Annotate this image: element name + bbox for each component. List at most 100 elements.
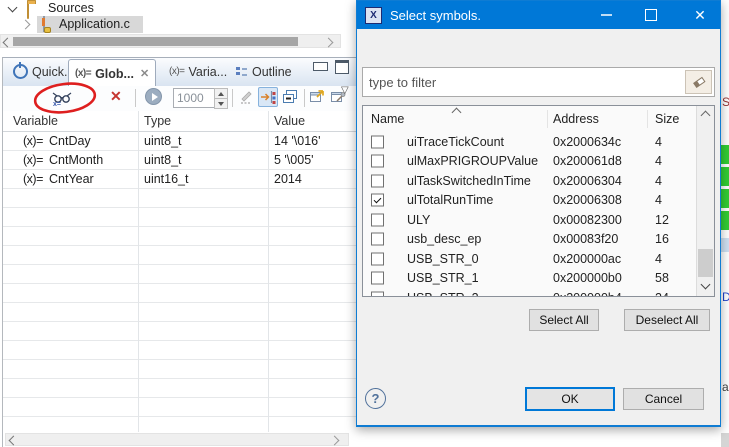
symbol-name: ulMaxPRIGROUPValue	[407, 154, 539, 169]
tab-outline[interactable]: Outline	[229, 59, 298, 84]
help-button[interactable]: ?	[365, 388, 386, 409]
symbol-size: 4	[655, 173, 662, 188]
value-changed-highlight	[721, 167, 729, 186]
clipped-text-fragment: D	[722, 290, 729, 304]
disabled-edit-icon	[241, 91, 252, 104]
symbol-size: 4	[655, 193, 662, 208]
symbol-row[interactable]: USB_STR_2 0x200000b4 24	[363, 288, 697, 296]
symbol-row[interactable]: USB_STR_1 0x200000b0 58	[363, 269, 697, 289]
chevron-down-icon[interactable]	[7, 2, 18, 13]
symbol-name: USB_STR_2	[407, 291, 479, 296]
column-variable[interactable]: Variable	[13, 114, 58, 128]
variable-type: uint8_t	[144, 153, 182, 167]
remove-all-icon[interactable]: ✕	[110, 88, 122, 105]
symbols-vscrollbar[interactable]	[696, 106, 714, 296]
column-address[interactable]: Address	[553, 112, 599, 126]
link-with-tree-toggle[interactable]	[258, 87, 278, 107]
column-size[interactable]: Size	[655, 112, 679, 126]
scroll-down-icon[interactable]	[700, 279, 711, 290]
symbol-checkbox[interactable]	[371, 252, 384, 266]
c-file-icon	[43, 16, 45, 32]
dialog-title: Select symbols.	[390, 7, 482, 23]
symbol-row[interactable]: uiTraceTickCount 0x2000634c 4	[363, 132, 697, 152]
symbols-list: Name Address Size uiTraceTickCount 0x200…	[362, 105, 715, 297]
dialog-maximize-button[interactable]	[634, 1, 668, 29]
tab-variables[interactable]: (x)= Varia...	[163, 59, 233, 84]
toolbar-separator	[135, 89, 136, 107]
symbol-checkbox[interactable]	[371, 232, 384, 246]
add-global-variables-button[interactable]: x=	[47, 89, 77, 108]
spinner-down-button[interactable]	[214, 98, 228, 109]
column-name[interactable]: Name	[371, 112, 404, 126]
scrollbar-thumb[interactable]	[698, 249, 713, 277]
variable-value: 14 '\016'	[274, 134, 321, 148]
view-menu-icon[interactable]: ▽	[341, 85, 349, 96]
select-symbols-dialog: X Select symbols. ✕ Name Addres	[356, 0, 721, 427]
scroll-up-icon[interactable]	[700, 110, 711, 121]
header-divider	[647, 110, 648, 128]
variable-row[interactable]: (x)= CntMonth uint8_t 5 '\005'	[3, 151, 356, 170]
symbol-checkbox[interactable]	[371, 291, 384, 296]
variable-icon: (x)=	[23, 153, 43, 167]
scrollbar-thumb[interactable]	[13, 37, 298, 46]
symbol-checkbox[interactable]	[371, 154, 384, 168]
variable-row[interactable]: (x)= CntYear uint16_t 2014	[3, 170, 356, 189]
value-changed-highlight	[721, 211, 729, 230]
symbol-checkbox[interactable]	[371, 213, 384, 227]
symbol-row[interactable]: ulTaskSwitchedInTime 0x20006304 4	[363, 171, 697, 191]
minimize-view-icon[interactable]	[313, 62, 328, 71]
symbol-checkbox[interactable]	[371, 193, 384, 207]
folder-icon	[27, 3, 29, 19]
symbol-address: 0x200000ac	[553, 251, 622, 266]
maximize-view-icon[interactable]	[335, 60, 349, 74]
select-all-button[interactable]: Select All	[529, 309, 599, 331]
variable-row[interactable]: (x)= CntDay uint8_t 14 '\016'	[3, 132, 356, 151]
symbol-name: ulTaskSwitchedInTime	[407, 173, 531, 188]
maximize-icon	[645, 9, 657, 21]
dialog-close-button[interactable]: ✕	[683, 1, 717, 29]
tree-hscrollbar[interactable]	[0, 34, 341, 48]
symbol-size: 4	[655, 134, 662, 149]
update-interval-input[interactable]	[173, 88, 219, 108]
collapse-all-icon[interactable]	[282, 89, 299, 105]
minimize-icon	[600, 14, 612, 16]
tab-label: Varia...	[188, 64, 228, 79]
column-value[interactable]: Value	[274, 114, 305, 128]
tree-item-sources[interactable]: Sources	[48, 0, 94, 16]
scroll-left-icon[interactable]	[2, 37, 13, 48]
variable-icon: (x)=	[23, 172, 43, 186]
symbol-row[interactable]: ULY 0x00082300 12	[363, 210, 697, 230]
tab-close-icon[interactable]: ✕	[140, 67, 149, 80]
chevron-right-icon[interactable]	[20, 19, 31, 30]
symbol-name: usb_desc_ep	[407, 232, 482, 247]
symbol-checkbox[interactable]	[371, 174, 384, 188]
view-tabbar: Quick... (x)= Glob... ✕ (x)= Varia... Ou…	[3, 58, 356, 87]
clear-filter-button[interactable]	[685, 70, 712, 94]
symbol-checkbox[interactable]	[371, 135, 384, 149]
scroll-right-icon[interactable]	[323, 37, 334, 48]
tree-item-application-c[interactable]: Application.c	[59, 16, 130, 33]
clipped-text-fragment: a	[722, 380, 729, 394]
table-hscrollbar[interactable]	[5, 433, 349, 446]
ok-button[interactable]: OK	[525, 387, 615, 411]
symbol-checkbox[interactable]	[371, 271, 384, 285]
filter-input[interactable]	[367, 70, 671, 94]
screen: Sources Application.c Quick... (x)= Glob…	[0, 0, 729, 447]
variable-icon: (x)=	[169, 66, 185, 77]
scroll-left-icon[interactable]	[8, 435, 19, 446]
symbol-row[interactable]: usb_desc_ep 0x00083f20 16	[363, 230, 697, 250]
symbol-row[interactable]: ulTotalRunTime 0x20006308 4	[363, 191, 697, 211]
scroll-right-icon[interactable]	[329, 435, 340, 446]
refresh-play-button[interactable]	[145, 88, 162, 105]
column-type[interactable]: Type	[144, 114, 171, 128]
value-changed-highlight	[721, 189, 729, 208]
dialog-minimize-button[interactable]	[589, 1, 623, 29]
deselect-all-button[interactable]: Deselect All	[624, 309, 710, 331]
new-view-icon[interactable]	[309, 88, 326, 105]
symbol-row[interactable]: ulMaxPRIGROUPValue 0x200061d8 4	[363, 152, 697, 172]
tab-global-variables[interactable]: (x)= Glob... ✕	[68, 59, 157, 87]
cancel-button[interactable]: Cancel	[623, 388, 704, 410]
symbol-row[interactable]: USB_STR_0 0x200000ac 4	[363, 249, 697, 269]
symbol-address: 0x00082300	[553, 212, 622, 227]
symbol-name: ULY	[407, 212, 431, 227]
